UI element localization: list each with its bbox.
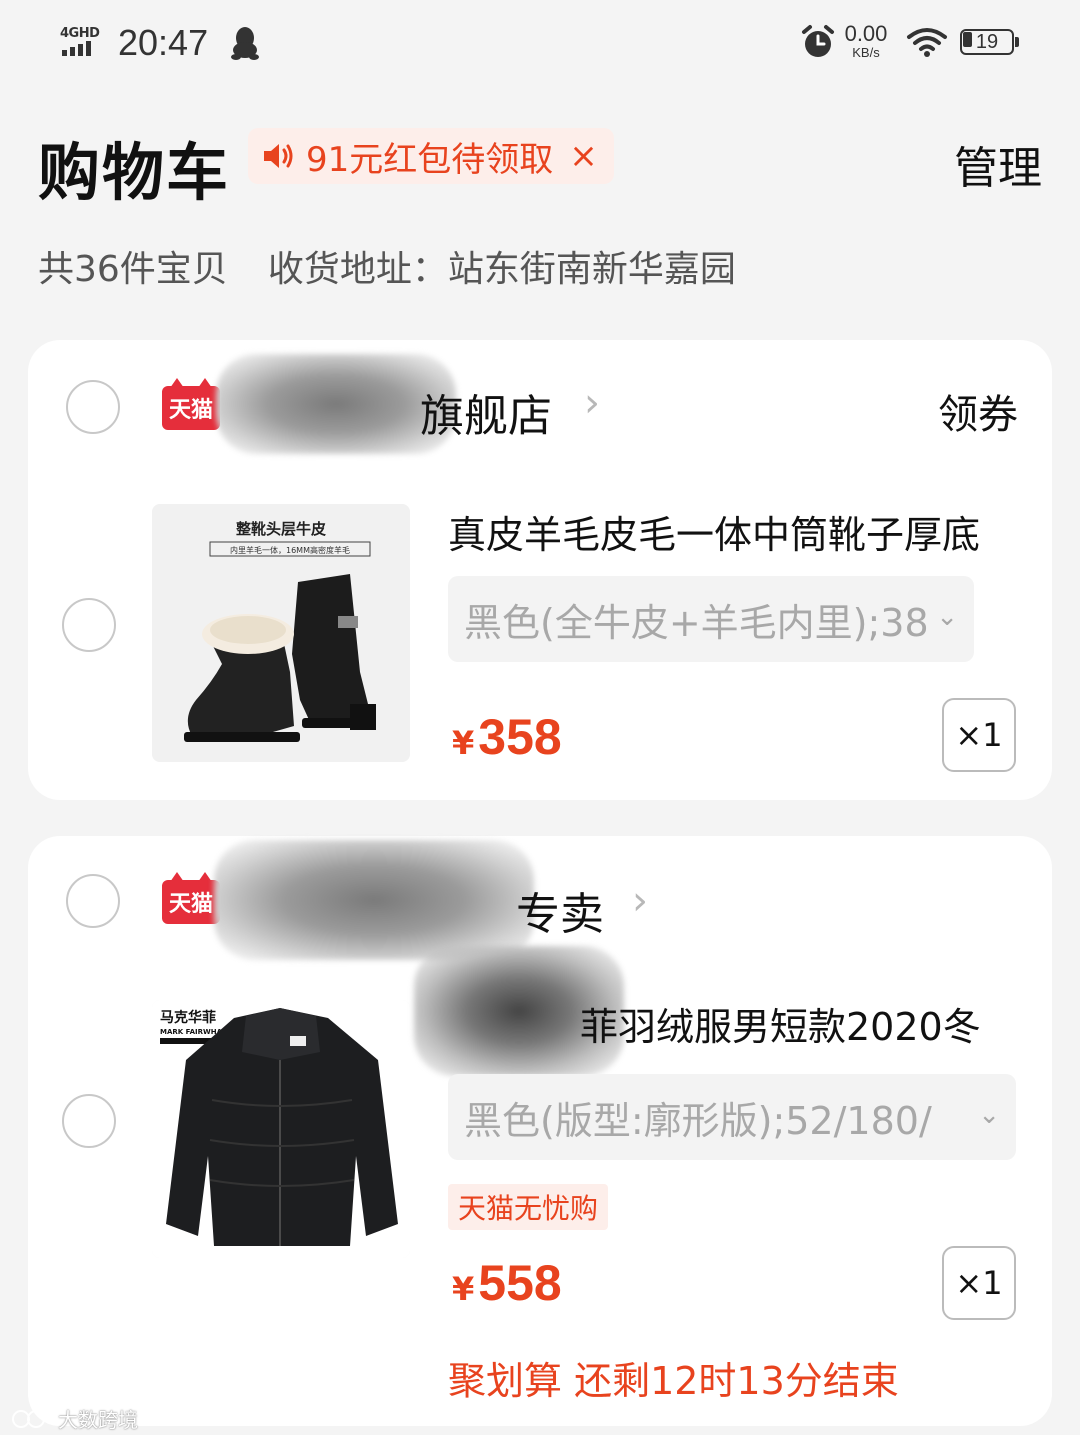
qq-penguin-icon [231,27,259,60]
product-image-jacket[interactable]: 马克华菲 MARK FAIRWHALE [152,1000,410,1258]
watermark: 大数跨境 [10,1404,138,1433]
boots-image: 整靴头层牛皮 内里羊毛一体，16MM高密度羊毛 [152,504,410,762]
product-image-boots[interactable]: 整靴头层牛皮 内里羊毛一体，16MM高密度羊毛 [152,504,410,762]
network-type-label: 4GHD [60,26,100,41]
item-count: 共36件宝贝 [38,249,228,290]
tmall-badge: 天猫 [162,872,220,924]
quantity-stepper[interactable]: ×1 [942,698,1016,772]
shop-name[interactable]: 专卖 [516,878,604,942]
manage-button[interactable]: 管理 [954,132,1042,196]
item-select-radio[interactable] [62,598,116,652]
close-icon[interactable]: × [569,136,598,176]
alarm-clock-icon [802,25,834,57]
chevron-down-icon: ⌄ [936,602,958,632]
image-caption: 整靴头层牛皮 [236,520,326,538]
redacted-shop-name [214,840,534,960]
quantity-stepper[interactable]: ×1 [942,1246,1016,1320]
image-subcaption: 内里羊毛一体，16MM高密度羊毛 [230,545,350,555]
status-time: 20:47 [118,22,209,63]
watermark-logo-icon [12,1409,52,1428]
battery-icon: 19 [960,29,1020,55]
page-title: 购物车 [38,136,231,209]
cart-summary: 共36件宝贝 收货地址：站东街南新华嘉园 [38,240,736,292]
chevron-down-icon: ⌄ [978,1100,1000,1130]
item-select-radio[interactable] [62,1094,116,1148]
currency-symbol: ¥ [452,1270,475,1308]
battery-level: 19 [975,31,999,53]
sku-selector[interactable]: 黑色(全牛皮+羊毛内里);38 ⌄ [448,576,974,662]
network-speed: 0.00 KB/s [844,21,888,60]
shop-name[interactable]: 旗舰店 [420,380,552,444]
shipping-address[interactable]: 收货地址：站东街南新华嘉园 [268,240,736,292]
chevron-right-icon[interactable]: › [632,878,648,924]
price-value: 558 [478,1255,562,1311]
product-title[interactable]: 菲羽绒服男短款2020冬 [580,996,981,1051]
chevron-right-icon[interactable]: › [584,380,600,426]
status-bar: 4GHD 20:47 0.00 KB/s 19 [0,0,1080,90]
sku-selector[interactable]: 黑色(版型:廓形版);52/180/ ⌄ [448,1074,1016,1160]
jacket-image: 马克华菲 MARK FAIRWHALE [152,1000,410,1258]
coupon-button[interactable]: 领券 [938,382,1018,440]
red-packet-promo[interactable]: 91元红包待领取 × [248,128,614,184]
product-title[interactable]: 真皮羊毛皮毛一体中筒靴子厚底 [448,504,980,559]
shop-card: 天猫 旗舰店 › 领券 整靴头层牛皮 内里羊毛一体，16MM高密度羊毛 真皮羊毛… [28,340,1052,800]
wifi-icon [907,28,947,57]
flash-deal-countdown: 聚划算 还剩12时13分结束 [448,1359,899,1403]
price-value: 358 [478,709,562,765]
price: ¥558 [452,1254,562,1312]
promo-text: 91元红包待领取 [306,139,554,180]
currency-symbol: ¥ [452,724,475,762]
shop-select-radio[interactable] [66,874,120,928]
shop-card: 天猫 专卖 › 马克华菲 MARK FAIRWHALE 菲羽绒服男短款2020冬… [28,836,1052,1426]
speaker-icon [264,144,293,168]
sku-text: 黑色(全牛皮+羊毛内里);38 [464,600,929,645]
price: ¥358 [452,708,562,766]
worry-free-tag: 天猫无忧购 [448,1184,609,1230]
sku-text: 黑色(版型:廓形版);52/180/ [464,1098,932,1143]
watermark-text: 大数跨境 [58,1408,138,1432]
signal-icon: 4GHD [60,26,106,58]
shop-select-radio[interactable] [66,380,120,434]
brand-cn: 马克华菲 [160,1009,216,1026]
tmall-badge: 天猫 [162,378,220,430]
